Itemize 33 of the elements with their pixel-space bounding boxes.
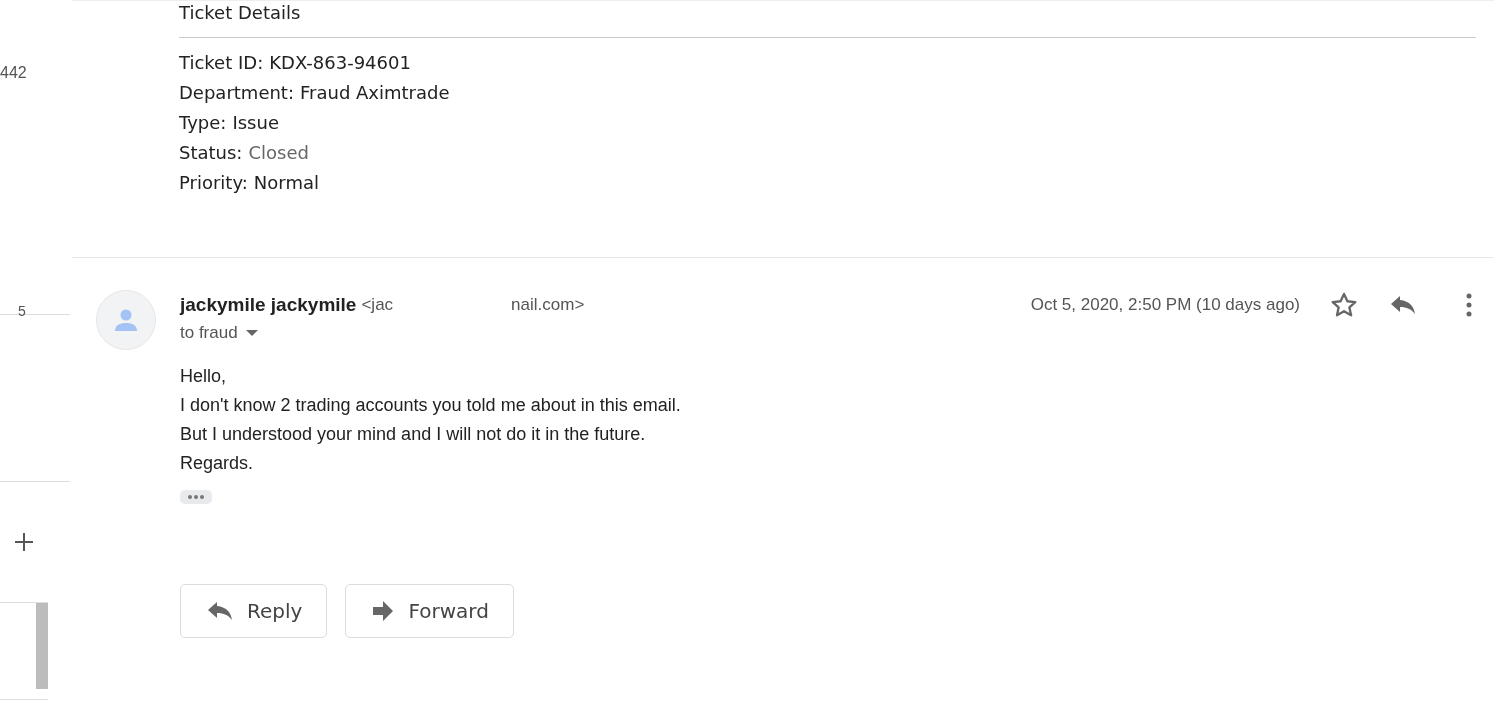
field-label: Type: (179, 111, 227, 135)
forward-button[interactable]: Forward (345, 584, 514, 638)
message-line: Regards. (180, 452, 255, 475)
scrollbar-thumb[interactable] (36, 603, 48, 689)
field-label: Priority: (179, 171, 248, 195)
count-label: 442 (0, 64, 27, 82)
message-date: Oct 5, 2020, 2:50 PM (10 days ago) (1030, 295, 1300, 315)
field-value: Normal (253, 171, 319, 195)
message-line: But I understood your mind and I will not do it in the future. (180, 423, 647, 446)
sender-name: jackymile jackymile (180, 294, 357, 316)
reply-icon[interactable] (1390, 294, 1416, 316)
message-line: Hello, (180, 365, 228, 388)
reply-button[interactable]: Reply (180, 584, 328, 638)
star-icon[interactable] (1330, 291, 1358, 319)
dropdown-caret-icon[interactable] (245, 329, 258, 337)
field-value: Closed (248, 141, 309, 165)
sender-email: nail.com> (511, 295, 585, 315)
more-content-icon[interactable] (180, 490, 212, 504)
more-icon[interactable] (1466, 293, 1472, 317)
count-label: 5 (18, 302, 26, 320)
field-value: Issue (232, 111, 279, 135)
sender-email: <jac (361, 295, 394, 315)
reply-icon (207, 600, 233, 622)
field-label: Status: (179, 141, 243, 165)
field-value: Fraud Aximtrade (300, 81, 450, 105)
recipient-label: to fraud (180, 323, 238, 343)
section-title: Ticket Details (179, 1, 1476, 38)
forward-arrow-icon (372, 600, 395, 622)
field-value: KDX-863-94601 (269, 51, 411, 75)
field-label: Department: (179, 81, 294, 105)
plus-icon[interactable] (14, 532, 34, 552)
message-line: I don't know 2 trading accounts you told me about in this email. (180, 394, 682, 417)
field-label: Ticket ID: (179, 51, 264, 75)
